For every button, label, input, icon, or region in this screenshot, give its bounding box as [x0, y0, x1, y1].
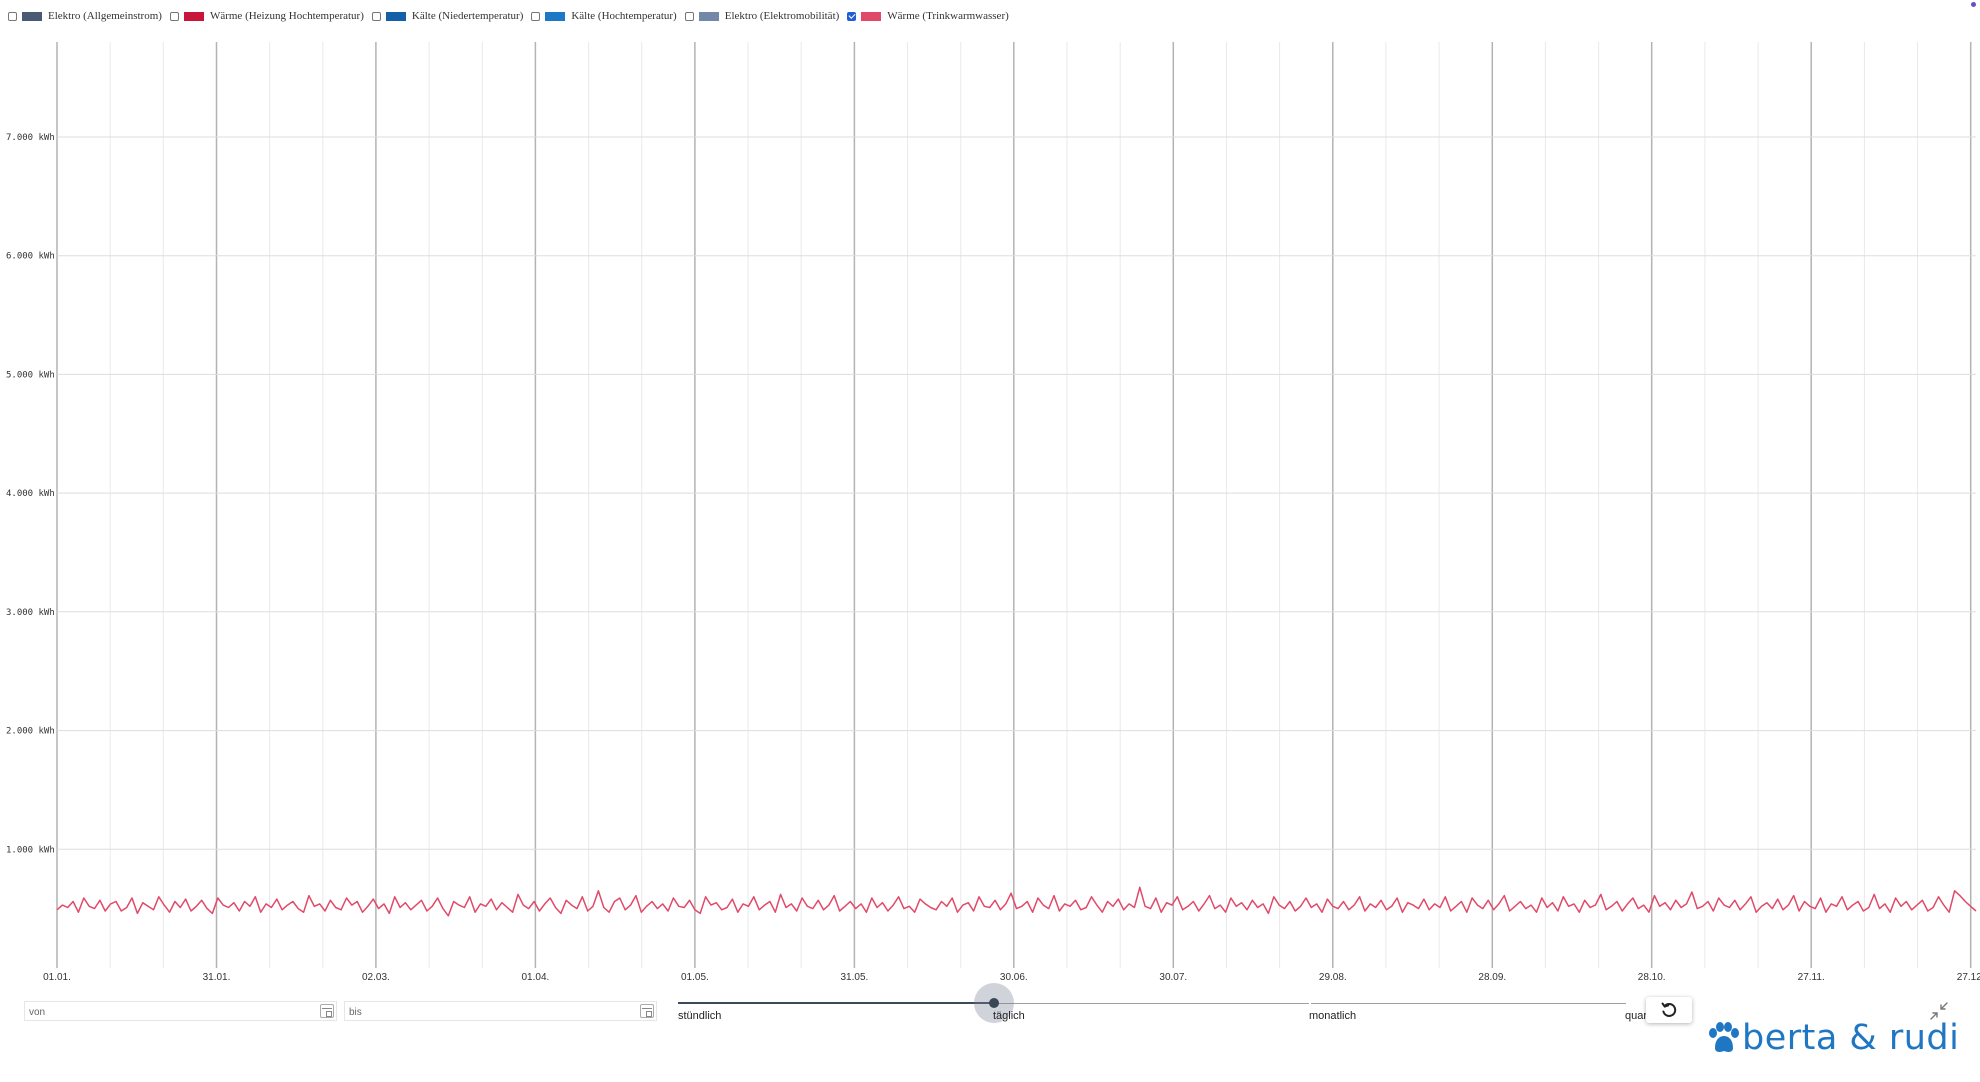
from-date-input[interactable]	[25, 1003, 314, 1022]
x-tick-label: 01.05.	[681, 972, 709, 983]
to-date-field[interactable]	[344, 1001, 657, 1022]
y-tick-label: 2.000 kWh	[6, 727, 55, 737]
grid-major	[56, 42, 1972, 968]
calendar-icon[interactable]	[640, 1004, 654, 1018]
x-tick-label: 30.06.	[1000, 972, 1028, 983]
x-axis-labels: 01.01. 31.01. 02.03. 01.04. 01.05. 31.05. 30.0…	[43, 972, 1980, 983]
x-tick-label: 27.11.	[1798, 972, 1825, 983]
x-tick-label: 02.03.	[362, 972, 390, 983]
y-tick-label: 5.000 kWh	[6, 370, 55, 380]
brand-logo: berta & rudi	[1706, 1018, 1959, 1058]
x-tick-label: 01.04.	[521, 972, 549, 983]
x-tick-label: 28.10.	[1638, 972, 1666, 983]
x-tick-label: 30.07.	[1159, 972, 1187, 983]
resolution-label-daily[interactable]: täglich	[993, 1010, 1025, 1022]
resolution-label-quarterly[interactable]: quar	[1625, 1010, 1647, 1022]
series-line	[56, 886, 1977, 917]
resolution-label-hourly[interactable]: stündlich	[678, 1010, 721, 1022]
grid-horizontal	[57, 136, 1976, 850]
to-date-input[interactable]	[345, 1003, 634, 1022]
slider-thumb[interactable]	[989, 998, 999, 1008]
y-tick-label: 1.000 kWh	[6, 845, 55, 855]
y-tick-label: 6.000 kWh	[6, 252, 55, 262]
from-date-field[interactable]	[24, 1001, 337, 1022]
paw-icon	[1709, 1022, 1739, 1052]
energy-line-chart: 1.000 kWh 2.000 kWh 3.000 kWh 4.000 kWh 5.00…	[6, 42, 1980, 983]
resolution-label-monthly[interactable]: monatlich	[1309, 1010, 1356, 1022]
x-tick-label: 27.12.	[1957, 972, 1980, 983]
x-tick-label: 01.01.	[43, 972, 71, 983]
x-tick-label: 29.08.	[1319, 972, 1347, 983]
x-tick-label: 31.01.	[203, 972, 231, 983]
series-group	[56, 886, 1977, 917]
x-tick-label: 31.05.	[840, 972, 868, 983]
reset-button[interactable]	[1646, 997, 1692, 1023]
x-tick-label: 28.09.	[1478, 972, 1506, 983]
y-tick-label: 4.000 kWh	[6, 489, 55, 499]
y-tick-label: 7.000 kWh	[6, 133, 55, 143]
slider-tick	[1309, 1001, 1311, 1005]
brand-name: berta & rudi	[1742, 1018, 1960, 1058]
reset-icon	[1661, 1002, 1677, 1017]
slider-fill	[678, 1002, 994, 1004]
calendar-icon[interactable]	[320, 1004, 334, 1018]
y-axis-labels: 1.000 kWh 2.000 kWh 3.000 kWh 4.000 kWh 5.00…	[6, 133, 55, 855]
y-tick-label: 3.000 kWh	[6, 608, 55, 618]
